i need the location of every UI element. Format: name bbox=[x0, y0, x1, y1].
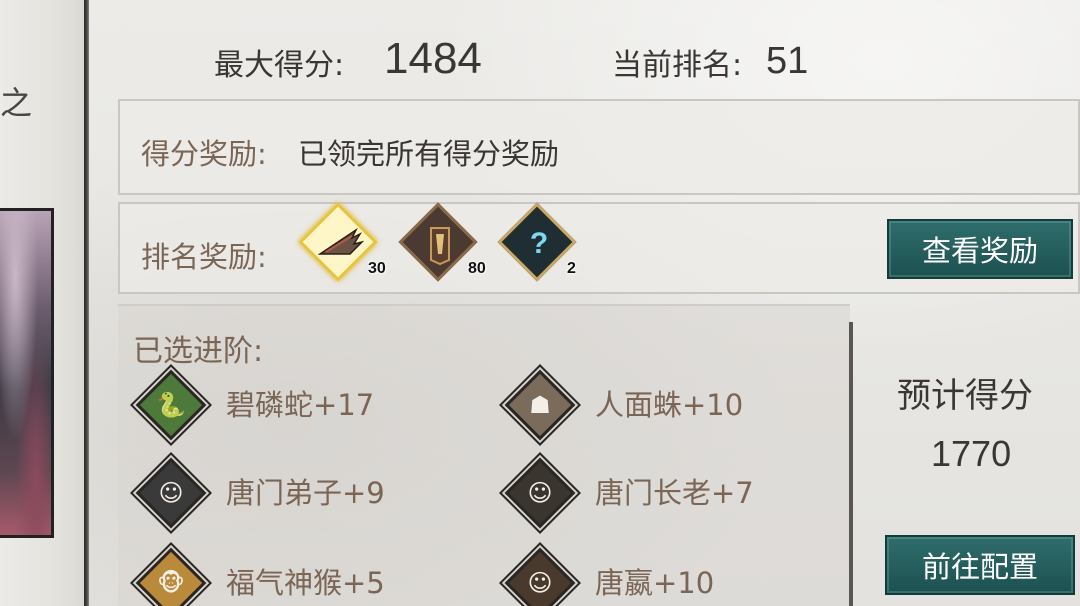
score-reward-status: 已领完所有得分奖励 bbox=[298, 137, 560, 171]
advancement-item-monkey[interactable]: 🐵 福气神猴+5 bbox=[135, 547, 438, 606]
advancement-item-elder[interactable]: ☺ 唐门长老+7 bbox=[504, 457, 807, 532]
partial-title-char: 之 bbox=[0, 84, 33, 122]
rank-label: 当前排名: bbox=[612, 48, 743, 83]
tang-ying-portrait-icon: ☺ bbox=[527, 569, 553, 597]
reward-item-tablet[interactable]: 80 bbox=[398, 202, 492, 288]
estimated-score-value: 1770 bbox=[931, 433, 1012, 474]
rank-reward-label: 排名奖励: bbox=[141, 240, 267, 274]
advancement-item-snake[interactable]: 🐍 碧磷蛇+17 bbox=[135, 369, 438, 444]
mystery-box-icon: ? bbox=[529, 227, 549, 260]
advancement-item-tang-ying[interactable]: ☺ 唐嬴+10 bbox=[504, 547, 807, 606]
go-configure-button[interactable]: 前往配置 bbox=[885, 535, 1075, 595]
side-artwork bbox=[0, 208, 54, 538]
tablet-icon bbox=[412, 216, 468, 272]
advancement-name: 唐门长老+7 bbox=[595, 476, 754, 510]
reward-item-claws[interactable]: 30 bbox=[298, 202, 392, 288]
monkey-icon: 🐵 bbox=[157, 569, 185, 597]
score-reward-row: 得分奖励: 已领完所有得分奖励 bbox=[118, 99, 1080, 195]
reward-item-mystery[interactable]: ? 2 bbox=[497, 202, 591, 288]
disciple-portrait-icon: ☺ bbox=[158, 479, 184, 507]
advancement-item-disciple[interactable]: ☺ 唐门弟子+9 bbox=[135, 457, 438, 532]
score-reward-label: 得分奖励: bbox=[141, 137, 267, 171]
advancement-name: 唐门弟子+9 bbox=[226, 476, 385, 510]
rank-value: 51 bbox=[766, 40, 809, 82]
reward-count: 2 bbox=[567, 260, 576, 277]
elder-portrait-icon: ☺ bbox=[527, 479, 553, 507]
view-rewards-button[interactable]: 查看奖励 bbox=[887, 219, 1073, 279]
advancement-name: 碧磷蛇+17 bbox=[226, 388, 375, 422]
masked-spider-icon: ☗ bbox=[529, 391, 551, 419]
reward-count: 80 bbox=[468, 260, 486, 277]
advancement-name: 人面蛛+10 bbox=[595, 388, 744, 422]
green-snake-icon: 🐍 bbox=[156, 391, 186, 419]
reward-count: 30 bbox=[368, 260, 386, 277]
advancement-name: 福气神猴+5 bbox=[226, 566, 385, 600]
max-score-label: 最大得分: bbox=[214, 48, 345, 83]
left-side-panel: 之 bbox=[0, 0, 90, 606]
estimated-score-label: 预计得分 bbox=[897, 376, 1033, 416]
section-separator bbox=[849, 322, 853, 606]
claws-icon bbox=[312, 216, 368, 272]
max-score-value: 1484 bbox=[384, 34, 482, 83]
advancement-name: 唐嬴+10 bbox=[595, 566, 715, 600]
advancement-item-spider[interactable]: ☗ 人面蛛+10 bbox=[504, 369, 807, 444]
selected-advancements-title: 已选进阶: bbox=[133, 334, 264, 369]
